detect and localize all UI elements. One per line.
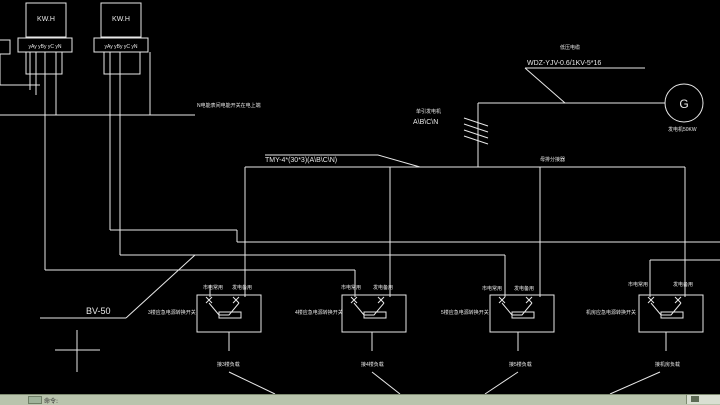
ats1-name: 3楼应急电源转换开关 bbox=[148, 309, 196, 316]
feeder-cable-leader[interactable]: BV-50 bbox=[40, 254, 196, 319]
ats4-load: 接机房负载 bbox=[655, 361, 680, 368]
busbar-entry-phases: A\B\C\N bbox=[413, 119, 438, 126]
busbar-entry-title: 单引发电机 bbox=[416, 108, 441, 115]
ats-unit-3[interactable]: 市电常用 发电备用 5楼应急电源转换开关 接5楼负载 bbox=[441, 285, 555, 368]
crosshair-cursor-icon bbox=[55, 330, 100, 372]
meter-box-1[interactable]: KW.H yAy yBy yC yN bbox=[17, 2, 73, 270]
generator[interactable]: G 发电机50KW bbox=[664, 83, 704, 133]
ats1-backup-label: 发电备用 bbox=[232, 284, 252, 291]
ats2-main-label: 市电常用 bbox=[341, 284, 361, 291]
ats3-main-label: 市电常用 bbox=[482, 285, 502, 292]
ats3-name: 5楼应急电源转换开关 bbox=[441, 309, 489, 316]
meter-box-2[interactable]: KW.H yAy yBy yC yN bbox=[93, 2, 151, 255]
busbar-entry[interactable]: 单引发电机 A\B\C\N bbox=[413, 102, 500, 167]
neutral-note: N电能表间电能开关在电上端 bbox=[197, 102, 261, 109]
load-output-lines[interactable] bbox=[228, 371, 661, 395]
busbar-spec: TMY-4*(30*3)(A\B\C\N) bbox=[265, 157, 337, 164]
command-line-icon[interactable] bbox=[28, 396, 42, 404]
feeder-cable-label: BV-50 bbox=[86, 306, 111, 316]
busbar-note: 母排分接器 bbox=[540, 156, 565, 163]
ats4-backup-label: 发电备用 bbox=[673, 281, 693, 288]
ats4-name: 机房应急电源转换开关 bbox=[586, 309, 636, 316]
ats1-load: 接3楼负载 bbox=[217, 361, 240, 368]
ats-unit-2[interactable]: 市电常用 发电备用 4楼应急电源转换开关 接4楼负载 bbox=[295, 284, 407, 368]
generator-rating: 发电机50KW bbox=[668, 126, 697, 133]
ats3-backup-label: 发电备用 bbox=[514, 285, 534, 292]
drawing-canvas[interactable]: KW.H yAy yBy yC yN KW.H yAy yBy yC yN N电… bbox=[0, 0, 720, 404]
status-bar: 命令: bbox=[0, 394, 720, 405]
cable-title: 低压电缆 bbox=[560, 44, 580, 51]
ats2-name: 4楼应急电源转换开关 bbox=[295, 309, 343, 316]
ats2-load: 接4楼负载 bbox=[361, 361, 384, 368]
ats1-main-label: 市电常用 bbox=[203, 284, 223, 291]
cable-spec: WDZ-YJV-0.6/1KV-5*16 bbox=[527, 60, 601, 67]
meter-label-2: KW.H bbox=[112, 16, 130, 23]
generator-cable[interactable]: 低压电缆 WDZ-YJV-0.6/1KV-5*16 bbox=[500, 44, 665, 104]
generator-symbol: G bbox=[679, 97, 688, 111]
ats3-load: 接5楼负载 bbox=[509, 361, 532, 368]
layout-icon[interactable] bbox=[691, 396, 699, 402]
ats4-main-label: 市电常用 bbox=[628, 281, 648, 288]
status-tray[interactable] bbox=[686, 395, 720, 404]
meter-label-1: KW.H bbox=[37, 16, 55, 23]
ats2-backup-label: 发电备用 bbox=[373, 284, 393, 291]
ats-unit-1[interactable]: 市电常用 发电备用 3楼应急电源转换开关 接3楼负载 bbox=[148, 284, 262, 368]
meter-terminals-2: yAy yBy yC yN bbox=[105, 44, 138, 50]
main-busbar[interactable]: TMY-4*(30*3)(A\B\C\N) 母排分接器 bbox=[244, 154, 686, 297]
meter-terminals-1: yAy yBy yC yN bbox=[29, 44, 62, 50]
neutral-line[interactable]: N电能表间电能开关在电上端 bbox=[0, 102, 261, 116]
